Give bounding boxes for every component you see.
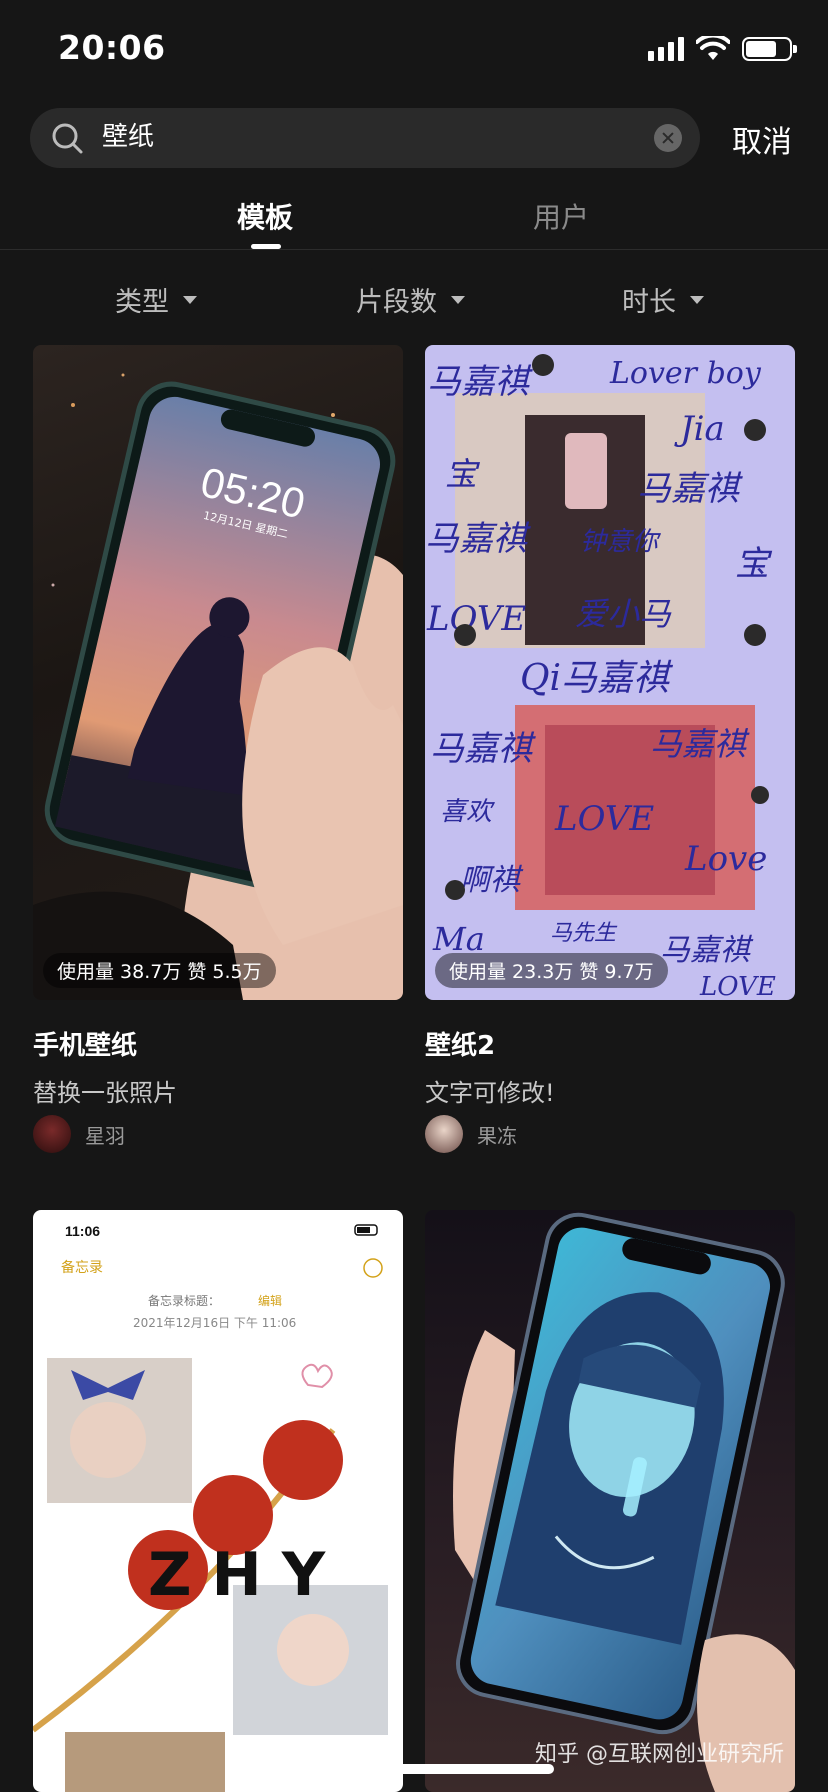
card-thumbnail[interactable]: 11:06 备忘录 备忘录标题： 编辑 2021年12月16日 下午 11:06… xyxy=(33,1210,403,1792)
memo-collage-image: 11:06 备忘录 备忘录标题： 编辑 2021年12月16日 下午 11:06… xyxy=(33,1223,388,1792)
avatar xyxy=(425,1115,463,1153)
filter-clip-count-label: 片段数 xyxy=(356,287,437,318)
avatar xyxy=(33,1115,71,1153)
status-icons xyxy=(648,36,797,62)
caret-down-icon xyxy=(690,295,704,304)
memo-title: 备忘录标题： xyxy=(148,1293,220,1308)
card-description: 替换一张照片 xyxy=(33,1079,177,1107)
card-title: 手机壁纸 xyxy=(33,1031,138,1061)
search-icon xyxy=(52,123,83,154)
handwriting-text: 马嘉祺 xyxy=(637,469,743,509)
handwriting-text: Lover boy xyxy=(609,356,762,391)
template-card[interactable]: 马嘉祺 Lover boy Jia 宝 马嘉祺 马嘉祺 钟意你 宝 LOVE 爱… xyxy=(425,345,795,1153)
caret-down-icon xyxy=(183,295,197,304)
card-author[interactable]: 星羽 xyxy=(33,1115,125,1153)
phone-wallpaper-image: 05:20 12月12日 星期二 xyxy=(33,373,403,1000)
filter-clip-count[interactable]: 片段数 xyxy=(356,280,465,319)
handwriting-text: 马嘉祺 xyxy=(425,519,531,559)
card-stats: 使用量 38.7万 赞 5.5万 xyxy=(43,953,276,988)
card-stats: 使用量 23.3万 赞 9.7万 xyxy=(435,953,668,988)
card-title: 壁纸2 xyxy=(425,1031,496,1061)
tab-templates[interactable]: 模板 xyxy=(237,196,293,236)
handwriting-text: 马先生 xyxy=(550,921,618,946)
filter-duration[interactable]: 时长 xyxy=(622,280,704,319)
handwriting-text: LOVE xyxy=(554,799,654,839)
memo-back: 备忘录 xyxy=(61,1259,103,1276)
handwriting-text: 马嘉祺 xyxy=(427,362,533,402)
tab-underline xyxy=(251,244,281,249)
search-input[interactable]: 壁纸 xyxy=(102,120,154,154)
filter-type[interactable]: 类型 xyxy=(115,280,197,319)
template-card[interactable]: 05:20 12月12日 星期二 使用量 38.7万 赞 5.5万 手机壁纸 替… xyxy=(33,345,403,1153)
handwriting-text: 马嘉祺 xyxy=(650,725,750,763)
handwriting-text: Qi马嘉祺 xyxy=(520,658,674,699)
filter-duration-label: 时长 xyxy=(622,287,676,318)
memo-date: 2021年12月16日 下午 11:06 xyxy=(133,1316,296,1330)
template-card[interactable] xyxy=(425,1210,795,1792)
signal-icon xyxy=(648,37,684,61)
home-indicator xyxy=(274,1764,554,1774)
wifi-icon xyxy=(696,36,730,60)
tab-bar: 模板 用户 xyxy=(0,190,828,250)
handwriting-text: 宝 xyxy=(445,455,481,493)
status-time: 20:06 xyxy=(58,28,166,67)
handwriting-text: Jia xyxy=(674,409,725,449)
handwriting-text: 钟意你 xyxy=(580,527,662,557)
card-thumbnail[interactable] xyxy=(425,1210,795,1792)
handwriting-text: 爱小马 xyxy=(575,595,672,633)
handwriting-text: 马嘉祺 xyxy=(430,729,536,769)
card-author[interactable]: 果冻 xyxy=(425,1115,517,1153)
template-card[interactable]: 11:06 备忘录 备忘录标题： 编辑 2021年12月16日 下午 11:06… xyxy=(33,1210,403,1792)
handwriting-text: 马嘉祺 xyxy=(660,933,754,968)
author-name: 果冻 xyxy=(477,1123,517,1148)
handwriting-text: LOVE xyxy=(426,599,526,639)
handwriting-text: LOVE xyxy=(699,972,776,1000)
search-bar[interactable]: 壁纸 xyxy=(30,108,700,168)
caret-down-icon xyxy=(451,295,465,304)
memo-status-time: 11:06 xyxy=(65,1223,100,1239)
battery-icon xyxy=(742,37,797,61)
cancel-button[interactable]: 取消 xyxy=(732,117,792,161)
handwriting-text: 喜欢 xyxy=(440,797,496,827)
memo-drawing-text: ZHY xyxy=(148,1540,345,1610)
memo-edit: 编辑 xyxy=(258,1293,282,1308)
clear-icon[interactable] xyxy=(654,124,682,152)
card-thumbnail[interactable]: 05:20 12月12日 星期二 使用量 38.7万 赞 5.5万 xyxy=(33,345,403,1000)
phone-portrait-image xyxy=(453,1212,795,1792)
watermark-text: 知乎 @互联网创业研究所 xyxy=(535,1742,784,1767)
card-description: 文字可修改! xyxy=(425,1079,555,1107)
filter-type-label: 类型 xyxy=(115,287,169,318)
handwriting-text: 啊祺 xyxy=(460,863,524,898)
handwriting-text: Love xyxy=(684,839,767,879)
card-thumbnail[interactable]: 马嘉祺 Lover boy Jia 宝 马嘉祺 马嘉祺 钟意你 宝 LOVE 爱… xyxy=(425,345,795,1000)
handwriting-text: 宝 xyxy=(735,544,773,584)
status-bar: 20:06 xyxy=(0,0,828,100)
handwriting-collage-image: 马嘉祺 Lover boy Jia 宝 马嘉祺 马嘉祺 钟意你 宝 LOVE 爱… xyxy=(425,354,776,1000)
tab-users[interactable]: 用户 xyxy=(533,196,589,236)
author-name: 星羽 xyxy=(85,1123,125,1148)
